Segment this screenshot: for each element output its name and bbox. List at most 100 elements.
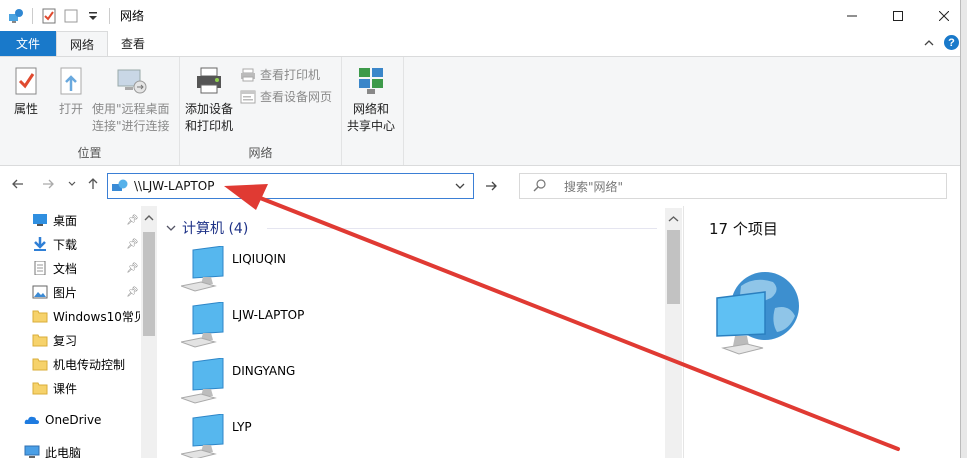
nav-item-label: Windows10常见	[53, 309, 140, 324]
nav-item-documents[interactable]: 文档	[32, 257, 140, 279]
pin-icon[interactable]: 📌︎	[126, 287, 139, 298]
ribbon-panel: 属性 打开 使用"远程桌面 连接"进行连接 位置 添加设备 和打印机 查看打印机…	[0, 56, 967, 166]
nav-scrollbar[interactable]	[141, 206, 157, 458]
customize-toolbar-chevron-icon[interactable]	[85, 8, 101, 24]
nav-item-label: 图片	[53, 285, 78, 300]
help-icon[interactable]: ?	[944, 35, 959, 50]
computer-icon	[181, 414, 224, 458]
remote-desktop-button[interactable]: 使用"远程桌面 连接"进行连接	[92, 65, 170, 135]
list-item[interactable]: LYP	[181, 414, 601, 458]
add-device-label-line2: 和打印机	[185, 119, 234, 133]
open-label: 打开	[58, 102, 83, 116]
pin-icon[interactable]: 📌︎	[126, 263, 139, 274]
nav-item-desktop[interactable]: 桌面	[32, 209, 140, 231]
minimize-button[interactable]	[829, 0, 875, 31]
nav-item-label: 下载	[53, 237, 78, 252]
address-path[interactable]: \\LJW-LAPTOP	[134, 179, 214, 193]
back-arrow-icon[interactable]	[12, 178, 24, 190]
details-pane: 17 个项目	[683, 206, 960, 458]
folder-icon	[32, 334, 48, 347]
scroll-up-icon[interactable]	[141, 210, 157, 226]
tab-network[interactable]: 网络	[56, 31, 109, 56]
this-pc-icon	[24, 445, 40, 458]
network-group-label: 网络	[248, 146, 273, 160]
section-title: 计算机 (4)	[182, 221, 249, 237]
nav-item-label: 课件	[53, 381, 78, 396]
scroll-up-icon[interactable]	[665, 211, 682, 227]
nav-item-review[interactable]: 复习	[32, 329, 140, 351]
network-sharing-center-button[interactable]: 网络和 共享中心	[347, 65, 395, 135]
desktop-icon	[33, 214, 47, 226]
nav-item-electromechanical[interactable]: 机电传动控制	[32, 353, 140, 375]
nav-item-pictures[interactable]: 图片	[32, 281, 140, 303]
open-button[interactable]: 打开	[55, 65, 87, 118]
computer-icon	[181, 358, 224, 404]
list-item[interactable]: DINGYANG	[181, 358, 601, 414]
go-arrow-icon	[486, 181, 497, 191]
pin-icon[interactable]: 📌︎	[126, 215, 139, 226]
properties-quick-icon[interactable]	[41, 8, 57, 24]
window-title: 网络	[120, 9, 145, 23]
nav-item-label: 机电传动控制	[53, 357, 126, 372]
navigation-pane: 桌面 📌︎ 下载 📌︎ 文档 📌︎ 图片 📌︎ Windows10常见 复习 机…	[0, 206, 157, 458]
network-sharing-icon	[359, 68, 383, 94]
add-device-label-line1: 添加设备	[185, 102, 234, 116]
folder-icon	[32, 382, 48, 395]
up-arrow-icon[interactable]	[87, 178, 99, 190]
collapse-ribbon-icon[interactable]	[924, 39, 934, 47]
adjacent-window-edge	[960, 0, 967, 458]
pin-icon[interactable]: 📌︎	[126, 239, 139, 250]
close-icon	[939, 10, 949, 21]
content-scroll-thumb[interactable]	[667, 230, 680, 304]
view-printers-label: 查看打印机	[260, 68, 321, 82]
maximize-icon	[893, 10, 903, 21]
section-header-computers[interactable]: 计算机 (4)	[166, 218, 248, 238]
ribbon-group-sharing: 网络和 共享中心	[342, 57, 404, 165]
view-printers-button[interactable]: 查看打印机	[240, 66, 320, 83]
nav-item-windows10[interactable]: Windows10常见	[32, 305, 140, 327]
sharing-center-label-line2: 共享中心	[347, 119, 396, 133]
printer-icon	[241, 68, 255, 81]
nav-item-label: 复习	[53, 333, 78, 348]
window-controls	[829, 0, 967, 31]
nav-item-onedrive[interactable]: OneDrive	[24, 409, 132, 431]
maximize-button[interactable]	[875, 0, 921, 31]
forward-arrow-icon[interactable]	[42, 178, 54, 190]
toolbar-separator	[32, 7, 33, 24]
toolbar-separator	[109, 7, 110, 24]
content-scrollbar[interactable]	[665, 208, 682, 458]
recent-locations-chevron-icon[interactable]	[68, 181, 76, 187]
open-icon	[60, 67, 82, 95]
view-device-webpage-button[interactable]: 查看设备网页	[240, 88, 332, 105]
ribbon-group-location: 属性 打开 使用"远程桌面 连接"进行连接 位置	[0, 57, 180, 165]
tab-file[interactable]: 文件	[0, 31, 56, 56]
computer-icon	[181, 302, 224, 348]
search-box[interactable]: 搜索"网络"	[519, 173, 947, 199]
properties-button[interactable]: 属性	[10, 65, 42, 118]
new-folder-quick-icon[interactable]	[63, 8, 79, 24]
nav-item-label: 桌面	[53, 213, 78, 228]
address-row: \\LJW-LAPTOP 搜索"网络"	[0, 166, 967, 206]
title-bar: 网络	[0, 0, 967, 31]
address-bar[interactable]: \\LJW-LAPTOP	[107, 173, 474, 199]
address-dropdown-icon[interactable]	[455, 179, 465, 193]
list-item[interactable]: LIQIUQIN	[181, 246, 601, 302]
add-device-button[interactable]: 添加设备 和打印机	[185, 65, 233, 135]
tab-view[interactable]: 查看	[108, 31, 158, 56]
properties-icon	[15, 67, 37, 95]
chevron-down-icon[interactable]	[166, 224, 176, 232]
nav-item-label: OneDrive	[45, 413, 102, 427]
network-location-icon	[112, 179, 128, 191]
download-icon	[34, 237, 46, 251]
pictures-icon	[32, 285, 48, 299]
nav-item-courseware[interactable]: 课件	[32, 377, 140, 399]
folder-icon	[32, 310, 48, 323]
nav-item-this-pc[interactable]: 此电脑	[24, 441, 132, 458]
go-button[interactable]	[478, 173, 504, 199]
nav-scroll-thumb[interactable]	[143, 232, 155, 336]
onedrive-icon	[24, 416, 39, 424]
device-webpage-icon	[240, 90, 256, 103]
folder-icon	[32, 358, 48, 371]
nav-item-downloads[interactable]: 下载	[32, 233, 140, 255]
list-item[interactable]: LJW-LAPTOP	[181, 302, 601, 358]
